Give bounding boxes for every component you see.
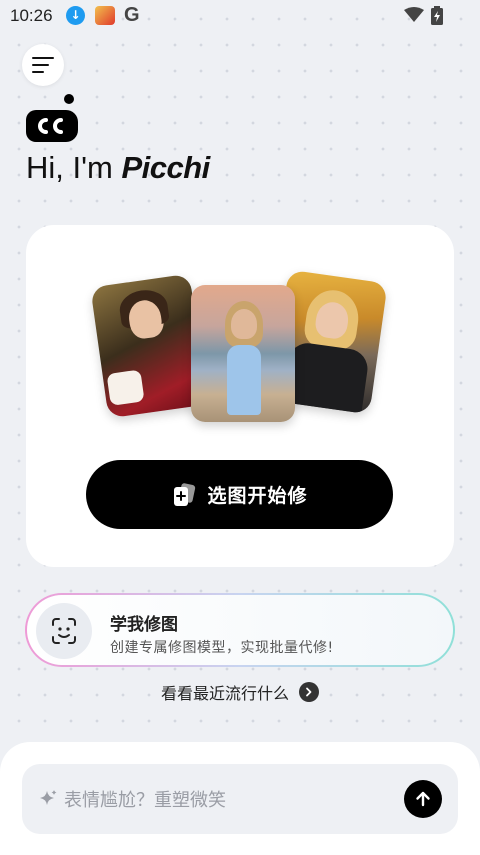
- pick-button-label: 选图开始修: [207, 485, 308, 507]
- dress: [227, 345, 261, 415]
- sparkle-icon: [40, 790, 57, 805]
- hamburger-line: [32, 71, 44, 73]
- brand-name: Picchi: [121, 150, 210, 185]
- main-card: 选图开始修: [26, 225, 454, 567]
- cc-logo: [26, 94, 78, 142]
- send-button[interactable]: [404, 780, 442, 818]
- learn-icon-circle: [36, 603, 92, 659]
- face-scan-icon: [52, 618, 76, 644]
- wifi-icon: [404, 7, 424, 22]
- prompt-input[interactable]: 表情尴尬？重塑微笑: [64, 786, 384, 812]
- app-icon: [95, 6, 115, 25]
- trending-label: 看看最近流行什么: [160, 684, 289, 703]
- cake: [106, 369, 145, 406]
- google-icon: G: [124, 4, 140, 26]
- download-icon: ↓: [66, 6, 85, 25]
- trending-link[interactable]: 看看最近流行什么: [0, 680, 480, 704]
- menu-button[interactable]: [22, 44, 64, 86]
- greeting-prefix: Hi, I'm: [26, 150, 122, 185]
- beach-photo: [191, 285, 295, 422]
- send-arrow-icon: [416, 791, 430, 807]
- learn-subtitle: 创建专属修图模型，实现批量代修!: [110, 640, 334, 656]
- add-photo-icon: [174, 482, 196, 506]
- greeting: Hi, I'm Picchi: [26, 150, 210, 186]
- pick-photo-button[interactable]: 选图开始修: [86, 460, 393, 529]
- status-bar: 10:26 ↓ G: [0, 0, 480, 32]
- learn-title: 学我修图: [110, 615, 178, 635]
- hamburger-line: [32, 64, 49, 66]
- hamburger-icon: [32, 57, 54, 59]
- chevron-right-icon: [299, 682, 319, 702]
- person: [231, 309, 257, 339]
- battery-icon: [431, 6, 443, 25]
- status-time: 10:26: [10, 6, 53, 25]
